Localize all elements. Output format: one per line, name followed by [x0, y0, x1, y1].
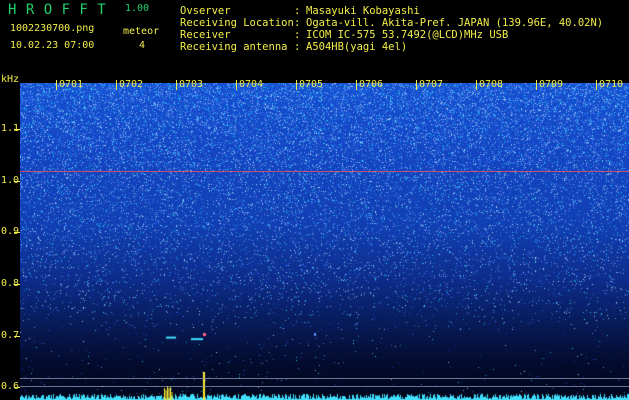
- reference-frequency-line: [20, 171, 629, 172]
- y-tick-label: 0.6: [1, 381, 20, 392]
- x-tick-label: 0709: [539, 79, 564, 90]
- info-key-observer: Ovserver: [180, 5, 231, 17]
- x-tick-label: 0701: [59, 79, 84, 90]
- x-tick-label: 0705: [299, 79, 324, 90]
- y-tick-label: 0.8: [1, 278, 20, 289]
- x-tick-mark: [536, 80, 537, 90]
- x-tick-label: 0707: [419, 79, 444, 90]
- x-tick-mark: [356, 80, 357, 90]
- hroft-window: H R O F F T 1.00 1002230700.png meteor 1…: [0, 0, 629, 400]
- y-tick-label: 0.9: [1, 226, 20, 237]
- info-value-observer: Masayuki Kobayashi: [306, 5, 420, 17]
- guide-line: [20, 386, 629, 387]
- y-tick-label: 1.1: [1, 123, 20, 134]
- meteor-label: meteor: [123, 26, 160, 37]
- x-tick-label: 0710: [599, 79, 624, 90]
- x-tick-mark: [236, 80, 237, 90]
- timestamp: 10.02.23 07:00: [10, 40, 95, 51]
- x-tick-label: 0702: [119, 79, 144, 90]
- x-tick-label: 0706: [359, 79, 384, 90]
- info-sep-antenna: :: [294, 41, 301, 53]
- y-tick-label: 1.0: [1, 175, 20, 186]
- info-sep-location: :: [294, 17, 301, 29]
- x-tick-mark: [56, 80, 57, 90]
- x-tick-mark: [596, 80, 597, 90]
- info-sep-receiver: :: [294, 29, 301, 41]
- y-axis-unit: kHz: [1, 74, 20, 85]
- info-key-location: Receiving Location: [180, 17, 294, 29]
- y-tick-label: 0.7: [1, 330, 20, 341]
- x-tick-label: 0708: [479, 79, 504, 90]
- meteor-count: 4: [139, 40, 146, 51]
- info-value-antenna: A504HB(yagi 4el): [306, 41, 408, 53]
- info-value-receiver: ICOM IC-575 53.7492(@LCD)MHz USB: [306, 29, 509, 41]
- x-tick-mark: [116, 80, 117, 90]
- x-tick-mark: [416, 80, 417, 90]
- info-key-antenna: Receiving antenna: [180, 41, 288, 53]
- x-tick-mark: [476, 80, 477, 90]
- app-title: H R O F F T: [8, 2, 107, 18]
- info-value-location: Ogata-vill. Akita-Pref. JAPAN (139.96E, …: [306, 17, 604, 29]
- app-version: 1.00: [125, 3, 150, 14]
- x-tick-label: 0704: [239, 79, 264, 90]
- file-name: 1002230700.png: [10, 23, 95, 34]
- info-key-receiver: Receiver: [180, 29, 231, 41]
- x-tick-mark: [176, 80, 177, 90]
- spectrogram-canvas: [20, 83, 629, 400]
- guide-line: [20, 378, 629, 379]
- x-tick-label: 0703: [179, 79, 204, 90]
- spectrogram-plot: [20, 83, 629, 400]
- x-tick-mark: [296, 80, 297, 90]
- info-sep-observer: :: [294, 5, 301, 17]
